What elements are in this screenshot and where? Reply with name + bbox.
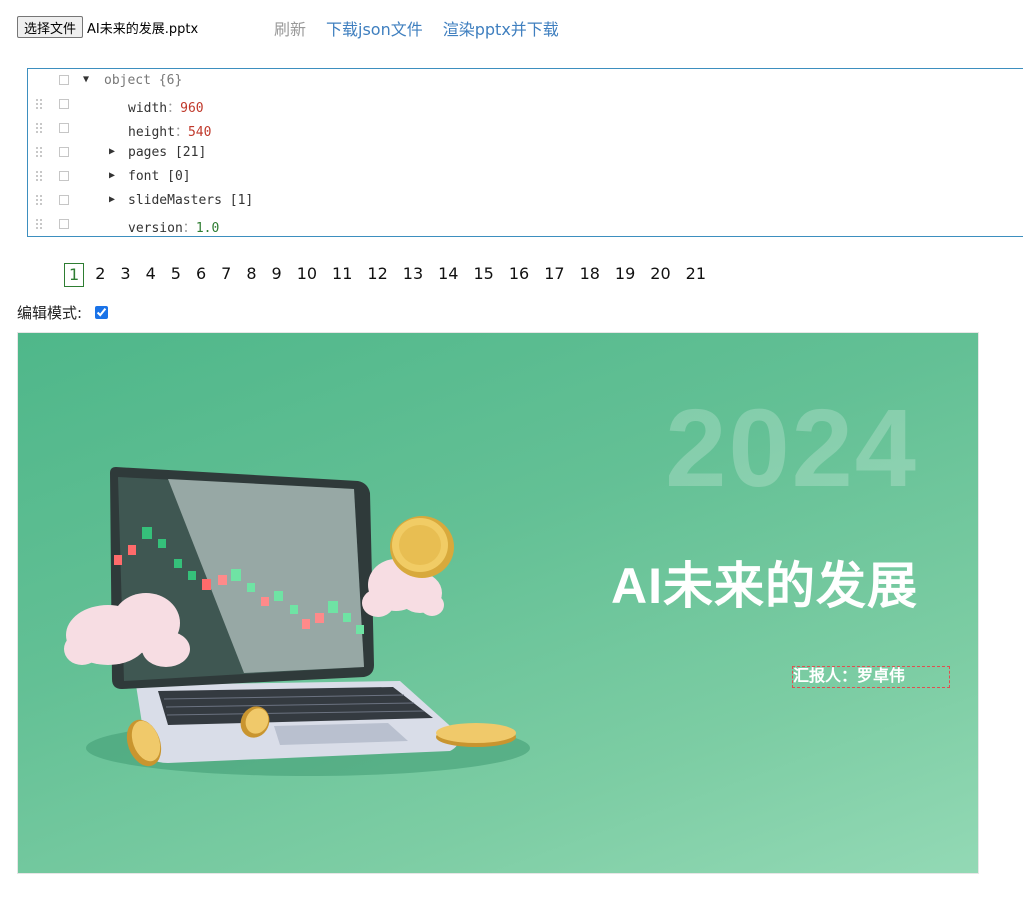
refresh-link[interactable]: 刷新 [274, 16, 306, 40]
tree-value: 1.0 [195, 221, 220, 236]
drag-handle-icon[interactable] [36, 219, 44, 231]
slide-title[interactable]: AI未来的发展 [611, 546, 918, 618]
tree-key: font [128, 169, 160, 184]
page-number[interactable]: 5 [168, 263, 184, 285]
tree-value: 960 [180, 101, 204, 116]
tree-summary: [1] [229, 193, 254, 208]
coin-top [390, 516, 454, 578]
drag-handle-icon[interactable] [36, 99, 44, 111]
download-json-link[interactable]: 下载json文件 [326, 16, 423, 40]
tree-key-value: version：1.0 [128, 221, 220, 236]
page-number[interactable]: 15 [470, 263, 496, 285]
reporter-textbox[interactable]: 汇报人：罗卓伟 [792, 666, 950, 688]
tree-key-summary: pages [21] [128, 145, 206, 160]
page-number[interactable]: 12 [364, 263, 390, 285]
json-tree-viewer: ▼ object {6} width：960 height：540 ▶ page… [27, 68, 1023, 237]
page-number[interactable]: 3 [117, 263, 133, 285]
page-number[interactable]: 18 [577, 263, 603, 285]
page-number[interactable]: 19 [612, 263, 638, 285]
tree-row[interactable]: ▶ font [0] [28, 165, 1023, 189]
page-number[interactable]: 13 [400, 263, 426, 285]
slide-pager: 1 2 3 4 5 6 7 8 9 10 11 12 13 14 15 16 17 18 19 20 21 [64, 263, 718, 287]
page-number[interactable]: 10 [294, 263, 320, 285]
tree-summary: [0] [167, 169, 191, 184]
choose-file-button[interactable]: 选择文件 [17, 16, 84, 38]
tree-key: pages [128, 145, 168, 160]
tree-key: height [128, 125, 175, 140]
tree-summary: [21] [174, 145, 207, 160]
tree-row[interactable]: width：960 [28, 93, 1023, 117]
tree-root-label: object {6} [104, 73, 182, 88]
tree-value: 540 [187, 125, 212, 140]
tree-key-summary: slideMasters [1] [128, 193, 253, 208]
page-number[interactable]: 17 [541, 263, 567, 285]
page-number[interactable]: 1 [64, 263, 85, 287]
slide-canvas[interactable]: 2024 AI未来的发展 汇报人：罗卓伟 [17, 332, 979, 874]
tree-row[interactable]: ▶ slideMasters [1] [28, 189, 1023, 213]
cloud-left [64, 593, 190, 667]
root-count: {6} [158, 73, 183, 88]
tree-row-root[interactable]: ▼ object {6} [28, 69, 1023, 93]
tree-key: width [128, 101, 168, 116]
edit-mode-checkbox[interactable] [95, 306, 109, 319]
page-number[interactable]: 6 [193, 263, 209, 285]
toolbar: 选择文件 AI未来的发展.pptx [17, 15, 198, 39]
coin-right [436, 723, 516, 747]
page-number[interactable]: 8 [243, 263, 259, 285]
drag-handle-icon[interactable] [36, 123, 44, 135]
collapsed-arrow-icon[interactable]: ▶ [109, 146, 115, 157]
expanded-arrow-icon[interactable]: ▼ [83, 74, 89, 85]
page-number[interactable]: 16 [506, 263, 532, 285]
tree-key-summary: font [0] [128, 169, 191, 184]
root-type: object [104, 73, 151, 88]
page-number[interactable]: 11 [329, 263, 355, 285]
page-number[interactable]: 14 [435, 263, 461, 285]
page-number[interactable]: 4 [143, 263, 159, 285]
drag-handle-icon[interactable] [36, 171, 44, 183]
tree-key-value: width：960 [128, 101, 204, 116]
row-checkbox[interactable] [59, 99, 69, 109]
render-pptx-download-link[interactable]: 渲染pptx并下载 [443, 16, 559, 40]
collapsed-arrow-icon[interactable]: ▶ [109, 170, 115, 181]
page-number[interactable]: 20 [647, 263, 673, 285]
tree-row[interactable]: ▶ pages [21] [28, 141, 1023, 165]
collapsed-arrow-icon[interactable]: ▶ [109, 194, 115, 205]
row-checkbox[interactable] [59, 195, 69, 205]
edit-mode-control: 编辑模式: [17, 302, 109, 323]
tree-key-value: height：540 [128, 125, 212, 140]
tree-row[interactable]: height：540 [28, 117, 1023, 141]
tree-key: version [128, 221, 183, 236]
page-number[interactable]: 21 [683, 263, 709, 285]
row-checkbox[interactable] [59, 219, 69, 229]
row-checkbox[interactable] [59, 171, 69, 181]
edit-mode-label: 编辑模式: [17, 304, 83, 322]
tree-row[interactable]: version：1.0 [28, 213, 1023, 237]
row-checkbox[interactable] [59, 147, 69, 157]
drag-handle-icon[interactable] [36, 195, 44, 207]
tree-key: slideMasters [128, 193, 222, 208]
page-number[interactable]: 7 [218, 263, 234, 285]
row-checkbox[interactable] [59, 75, 69, 85]
page-number[interactable]: 2 [92, 263, 108, 285]
selected-file-name: AI未来的发展.pptx [87, 21, 199, 37]
page-number[interactable]: 9 [269, 263, 285, 285]
drag-handle-icon[interactable] [36, 147, 44, 159]
action-links: 刷新 下载json文件 渲染pptx并下载 [274, 16, 579, 40]
row-checkbox[interactable] [59, 123, 69, 133]
